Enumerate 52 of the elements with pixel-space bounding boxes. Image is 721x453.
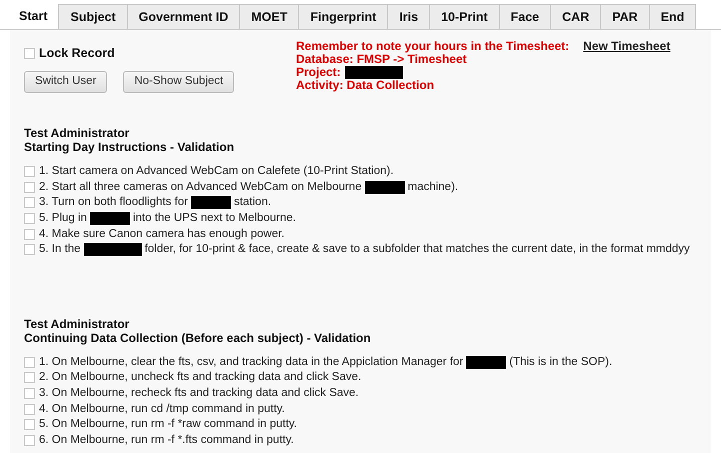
tab[interactable]: 10-Print [430, 4, 500, 29]
checkbox[interactable] [24, 434, 35, 446]
section-role: Test Administrator [24, 318, 130, 331]
checkbox[interactable] [24, 372, 35, 384]
checkbox[interactable] [24, 244, 35, 256]
instruction-text: 6. On Melbourne, run rm -f *.fts command in putty. [39, 432, 294, 448]
instruction-text: 5. Plug in [39, 210, 87, 226]
checkbox[interactable] [24, 388, 35, 400]
action-button[interactable]: No-Show Subject [123, 71, 234, 93]
checkbox[interactable] [24, 356, 35, 368]
checkbox[interactable] [24, 404, 35, 415]
checkbox[interactable] [24, 166, 35, 178]
instruction-text: station. [234, 195, 272, 210]
tab[interactable]: PAR [601, 4, 650, 29]
tab[interactable]: Government ID [128, 4, 240, 29]
tab[interactable]: Face [500, 4, 552, 29]
instruction-text: 4. Make sure Canon camera has enough power. [39, 226, 284, 242]
checkbox[interactable] [24, 48, 35, 58]
tab[interactable]: End [650, 4, 696, 29]
tab[interactable]: MOET [240, 4, 300, 29]
checkbox[interactable] [24, 213, 35, 224]
instruction-text: 5. On Melbourne, run rm -f *raw command in putty. [39, 417, 297, 432]
checkbox[interactable] [24, 182, 35, 193]
instruction-text: 2. On Melbourne, uncheck fts and tracking data and click Save. [39, 370, 362, 386]
instruction-text: 4. On Melbourne, run cd /tmp command in putty. [39, 402, 285, 417]
instruction-text: Database: FMSP -> Timesheet [296, 53, 467, 66]
instruction-text: 5. In the [39, 242, 81, 258]
instruction-text: into the UPS next to Melbourne. [132, 210, 296, 226]
instruction-text: Activity: Data Collection [296, 79, 434, 92]
tab[interactable]: Fingerprint [299, 4, 388, 29]
instruction-text: folder, for 10-print & face, create & save to a subfolder that matches the current date, in the format mmddyy [144, 242, 690, 258]
tab[interactable]: Subject [59, 4, 128, 29]
action-button[interactable]: Switch User [24, 71, 108, 93]
checkbox[interactable] [24, 197, 35, 208]
instruction-text: 2. Start all three cameras on Advanced WebCam on Melbourne [39, 180, 362, 195]
timesheet-link[interactable]: New Timesheet [583, 40, 670, 53]
instruction-text: (This is in the SOP). [509, 354, 612, 370]
instruction-text: 1. Start camera on Advanced WebCam on Calefete (10-Print Station). [39, 164, 394, 180]
instruction-text: Remember to note your hours in the Timesheet: [296, 40, 570, 53]
tab[interactable]: Iris [388, 4, 430, 29]
section-title: Starting Day Instructions - Validation [24, 140, 236, 154]
instruction-text: 1. On Melbourne, clear the fts, csv, and tracking data in the Appiclation Manager for [39, 354, 464, 370]
instruction-text: 3. On Melbourne, recheck fts and tracking data and click Save. [39, 386, 359, 401]
checkbox[interactable] [24, 228, 35, 240]
section-title: Continuing Data Collection (Before each subject) - Validation [24, 330, 372, 345]
tab[interactable]: CAR [551, 4, 602, 29]
instruction-text: 3. Turn on both floodlights for [39, 195, 188, 210]
checkbox[interactable] [24, 419, 35, 430]
lock-record-label: Lock Record [39, 44, 115, 62]
instruction-text: Project: [296, 66, 341, 79]
instruction-text: machine). [408, 180, 458, 195]
section-role: Test Administrator [24, 127, 130, 140]
